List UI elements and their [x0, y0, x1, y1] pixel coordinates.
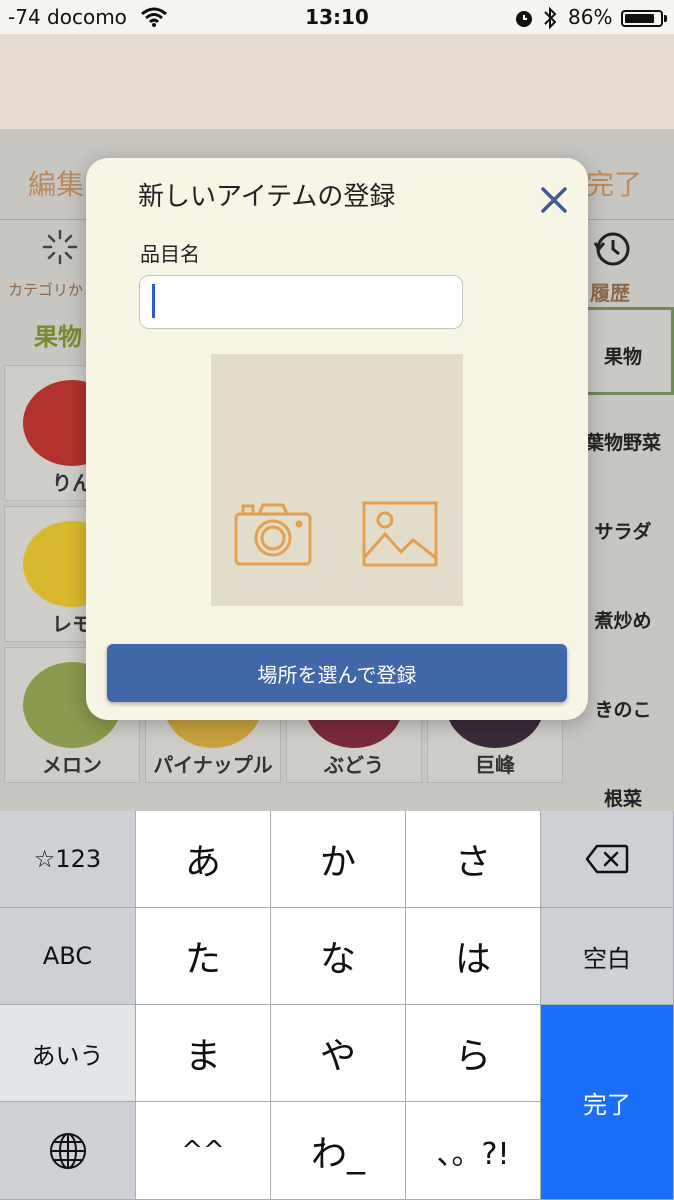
image-icon[interactable]	[361, 500, 439, 568]
battery-icon	[621, 10, 667, 27]
key-ya[interactable]: や	[271, 1005, 406, 1102]
battery-fill	[625, 14, 654, 23]
key-abc[interactable]: ABC	[0, 908, 136, 1005]
grid-item-label: メロン	[42, 753, 102, 777]
key-numbers[interactable]: ☆123	[0, 811, 136, 908]
key-globe[interactable]	[0, 1102, 136, 1200]
register-button[interactable]: 場所を選んで登録	[107, 644, 567, 702]
status-bar: -74 docomo 13:10 86%	[0, 0, 674, 34]
japanese-keyboard: ☆123 あ か さ ABC た な は 空白 あいう ま や ら 完了 ^^ …	[0, 811, 674, 1200]
close-icon[interactable]	[538, 184, 570, 216]
loading-spinner-icon	[42, 229, 78, 265]
key-punctuation[interactable]: 、。?!	[406, 1102, 541, 1200]
key-ra[interactable]: ら	[406, 1005, 541, 1102]
key-ma[interactable]: ま	[136, 1005, 271, 1102]
sidebar-category: 根菜	[572, 752, 674, 811]
photo-area	[211, 354, 463, 606]
key-na[interactable]: な	[271, 908, 406, 1005]
battery-percent: 86%	[568, 5, 613, 29]
key-wa[interactable]: わ_	[271, 1102, 406, 1200]
key-done[interactable]: 完了	[541, 1005, 674, 1200]
section-title: 果物	[34, 323, 82, 351]
done-button: 完了	[586, 168, 643, 201]
globe-icon	[49, 1132, 86, 1169]
delete-icon	[585, 844, 629, 874]
grid-item-label: パイナップル	[153, 753, 273, 777]
key-sa[interactable]: さ	[406, 811, 541, 908]
category-label: カテゴリか	[8, 281, 84, 299]
new-item-dialog: 新しいアイテムの登録 品目名 場所を選んで登録	[86, 158, 588, 720]
item-name-label: 品目名	[140, 242, 200, 266]
sidebar-category-label: 果物	[603, 346, 642, 368]
grid-item-label: ぶどう	[324, 753, 384, 777]
camera-icon[interactable]	[233, 500, 313, 568]
key-emoticon[interactable]: ^^	[136, 1102, 271, 1200]
key-ha[interactable]: は	[406, 908, 541, 1005]
key-a[interactable]: あ	[136, 811, 271, 908]
key-delete[interactable]	[541, 811, 674, 908]
sidebar-category-label: 根菜	[603, 788, 642, 810]
history-label: 履歴	[590, 281, 630, 305]
text-cursor	[152, 284, 155, 318]
grid-item-label: 巨峰	[475, 753, 515, 777]
edit-button: 編集	[28, 168, 85, 201]
header-band	[0, 34, 674, 129]
key-kana[interactable]: あいう	[0, 1005, 136, 1102]
item-name-input[interactable]	[139, 275, 463, 329]
alarm-icon	[516, 11, 532, 27]
bluetooth-icon	[544, 6, 557, 30]
key-space[interactable]: 空白	[541, 908, 674, 1005]
dialog-title: 新しいアイテムの登録	[138, 182, 396, 212]
key-ka[interactable]: か	[271, 811, 406, 908]
history-icon	[593, 232, 630, 266]
key-ta[interactable]: た	[136, 908, 271, 1005]
